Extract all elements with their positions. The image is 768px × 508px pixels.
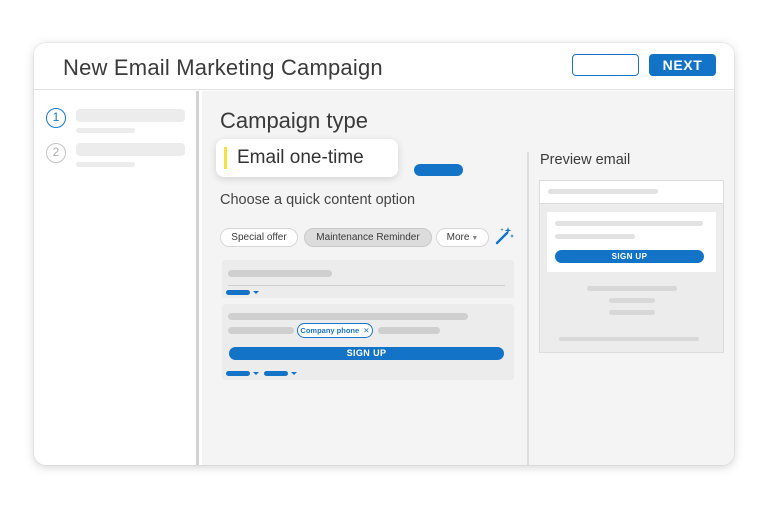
content-option-heading: Choose a quick content option xyxy=(220,192,416,208)
chip-maintenance-reminder[interactable]: Maintenance Reminder xyxy=(304,228,432,247)
dropdown-indicator[interactable] xyxy=(226,371,250,376)
text-placeholder xyxy=(587,286,677,291)
step-2-sublabel-placeholder xyxy=(76,162,135,167)
close-icon[interactable]: ✕ xyxy=(363,326,369,335)
chevron-down-icon xyxy=(253,291,259,294)
preview-signup-button: SIGN UP xyxy=(555,250,704,263)
chevron-down-icon: ▼ xyxy=(471,235,479,242)
header: New Email Marketing Campaign NEXT xyxy=(34,43,734,90)
content-block-1[interactable] xyxy=(222,260,514,298)
secondary-button[interactable] xyxy=(572,54,639,76)
chip-label: Maintenance Reminder xyxy=(316,232,420,243)
step-2-indicator[interactable]: 2 xyxy=(46,143,66,163)
preview-subject-bar xyxy=(539,180,724,204)
campaign-type-callout[interactable]: Email one-time xyxy=(216,139,398,177)
chip-label: Special offer xyxy=(231,232,287,243)
panel-divider xyxy=(527,152,529,465)
sidebar: 1 2 xyxy=(34,91,199,465)
text-placeholder xyxy=(378,327,440,334)
step-1-sublabel-placeholder xyxy=(76,128,135,133)
text-placeholder xyxy=(609,298,655,303)
text-placeholder xyxy=(548,189,658,194)
text-placeholder xyxy=(555,221,703,226)
page-title: New Email Marketing Campaign xyxy=(63,55,383,80)
chevron-down-icon xyxy=(291,372,297,375)
chip-special-offer[interactable]: Special offer xyxy=(220,228,298,247)
callout-accent xyxy=(224,147,227,169)
chip-label: More xyxy=(446,232,470,243)
text-placeholder xyxy=(609,310,655,315)
text-placeholder xyxy=(555,234,635,239)
step-1-label-placeholder xyxy=(76,109,185,122)
step-2-label-placeholder xyxy=(76,143,185,156)
text-placeholder xyxy=(228,313,468,320)
content-block-2[interactable] xyxy=(222,304,514,380)
next-button[interactable]: NEXT xyxy=(649,54,716,76)
step-1-indicator[interactable]: 1 xyxy=(46,108,66,128)
preview-email-body xyxy=(547,212,716,272)
dropdown-indicator[interactable] xyxy=(264,371,288,376)
chevron-down-icon xyxy=(253,372,259,375)
magic-wand-icon[interactable] xyxy=(494,226,514,251)
tag-label: Company phone xyxy=(300,326,360,335)
field-underline xyxy=(228,285,505,286)
signup-button[interactable]: SIGN UP xyxy=(229,347,504,360)
text-placeholder xyxy=(228,327,294,334)
section-title: Campaign type xyxy=(220,108,368,133)
dropdown-indicator[interactable] xyxy=(226,290,250,295)
company-phone-tag[interactable]: Company phone ✕ xyxy=(297,323,373,338)
text-placeholder xyxy=(559,337,699,341)
chip-more[interactable]: More ▼ xyxy=(436,228,489,247)
campaign-type-toggle[interactable] xyxy=(414,164,463,176)
text-placeholder xyxy=(228,270,332,277)
campaign-type-label: Email one-time xyxy=(237,147,364,168)
preview-title: Preview email xyxy=(540,152,631,168)
